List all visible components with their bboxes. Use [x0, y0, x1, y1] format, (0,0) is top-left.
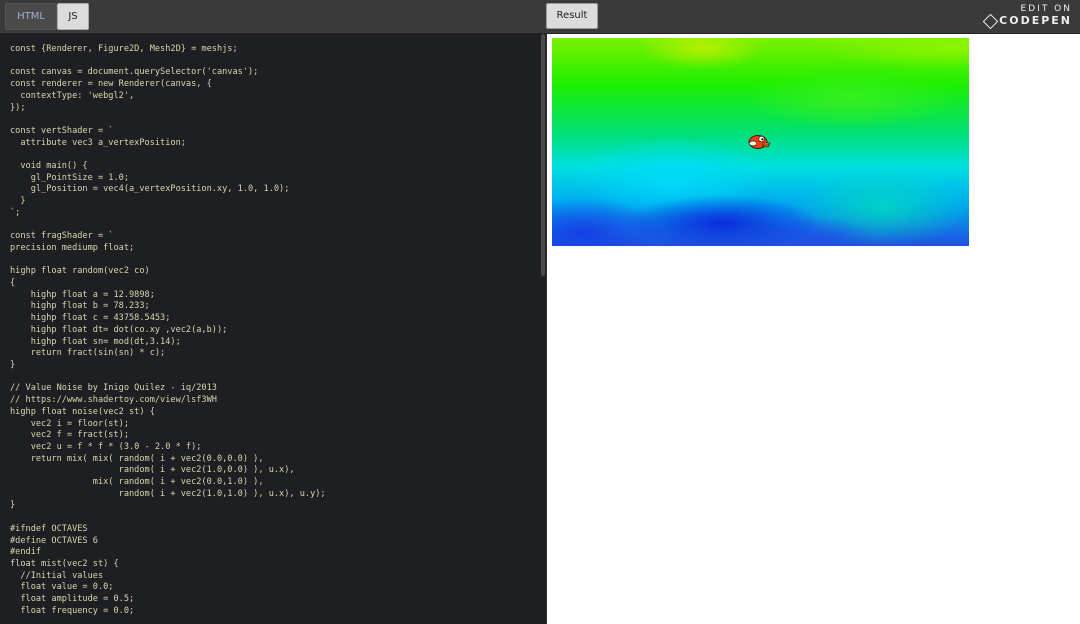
codepen-logo: CODEPEN	[982, 13, 1072, 29]
code-editor[interactable]: const {Renderer, Figure2D, Mesh2D} = mes…	[0, 34, 546, 624]
editor-tabs: HTML JS	[5, 3, 89, 30]
top-toolbar: HTML JS Result EDIT ON CODEPEN	[0, 0, 1080, 34]
codepen-cube-icon	[982, 13, 999, 29]
tab-js[interactable]: JS	[57, 3, 89, 30]
edit-on-codepen-link[interactable]: EDIT ON CODEPEN	[982, 3, 1072, 29]
result-button[interactable]: Result	[546, 3, 598, 29]
flappy-bird-icon	[748, 135, 771, 149]
tab-html[interactable]: HTML	[5, 3, 57, 30]
code-text[interactable]: const {Renderer, Figure2D, Mesh2D} = mes…	[10, 44, 326, 617]
editor-scrollbar[interactable]	[541, 34, 545, 276]
codepen-wordmark: CODEPEN	[999, 14, 1072, 27]
webgl-canvas[interactable]	[552, 38, 969, 246]
